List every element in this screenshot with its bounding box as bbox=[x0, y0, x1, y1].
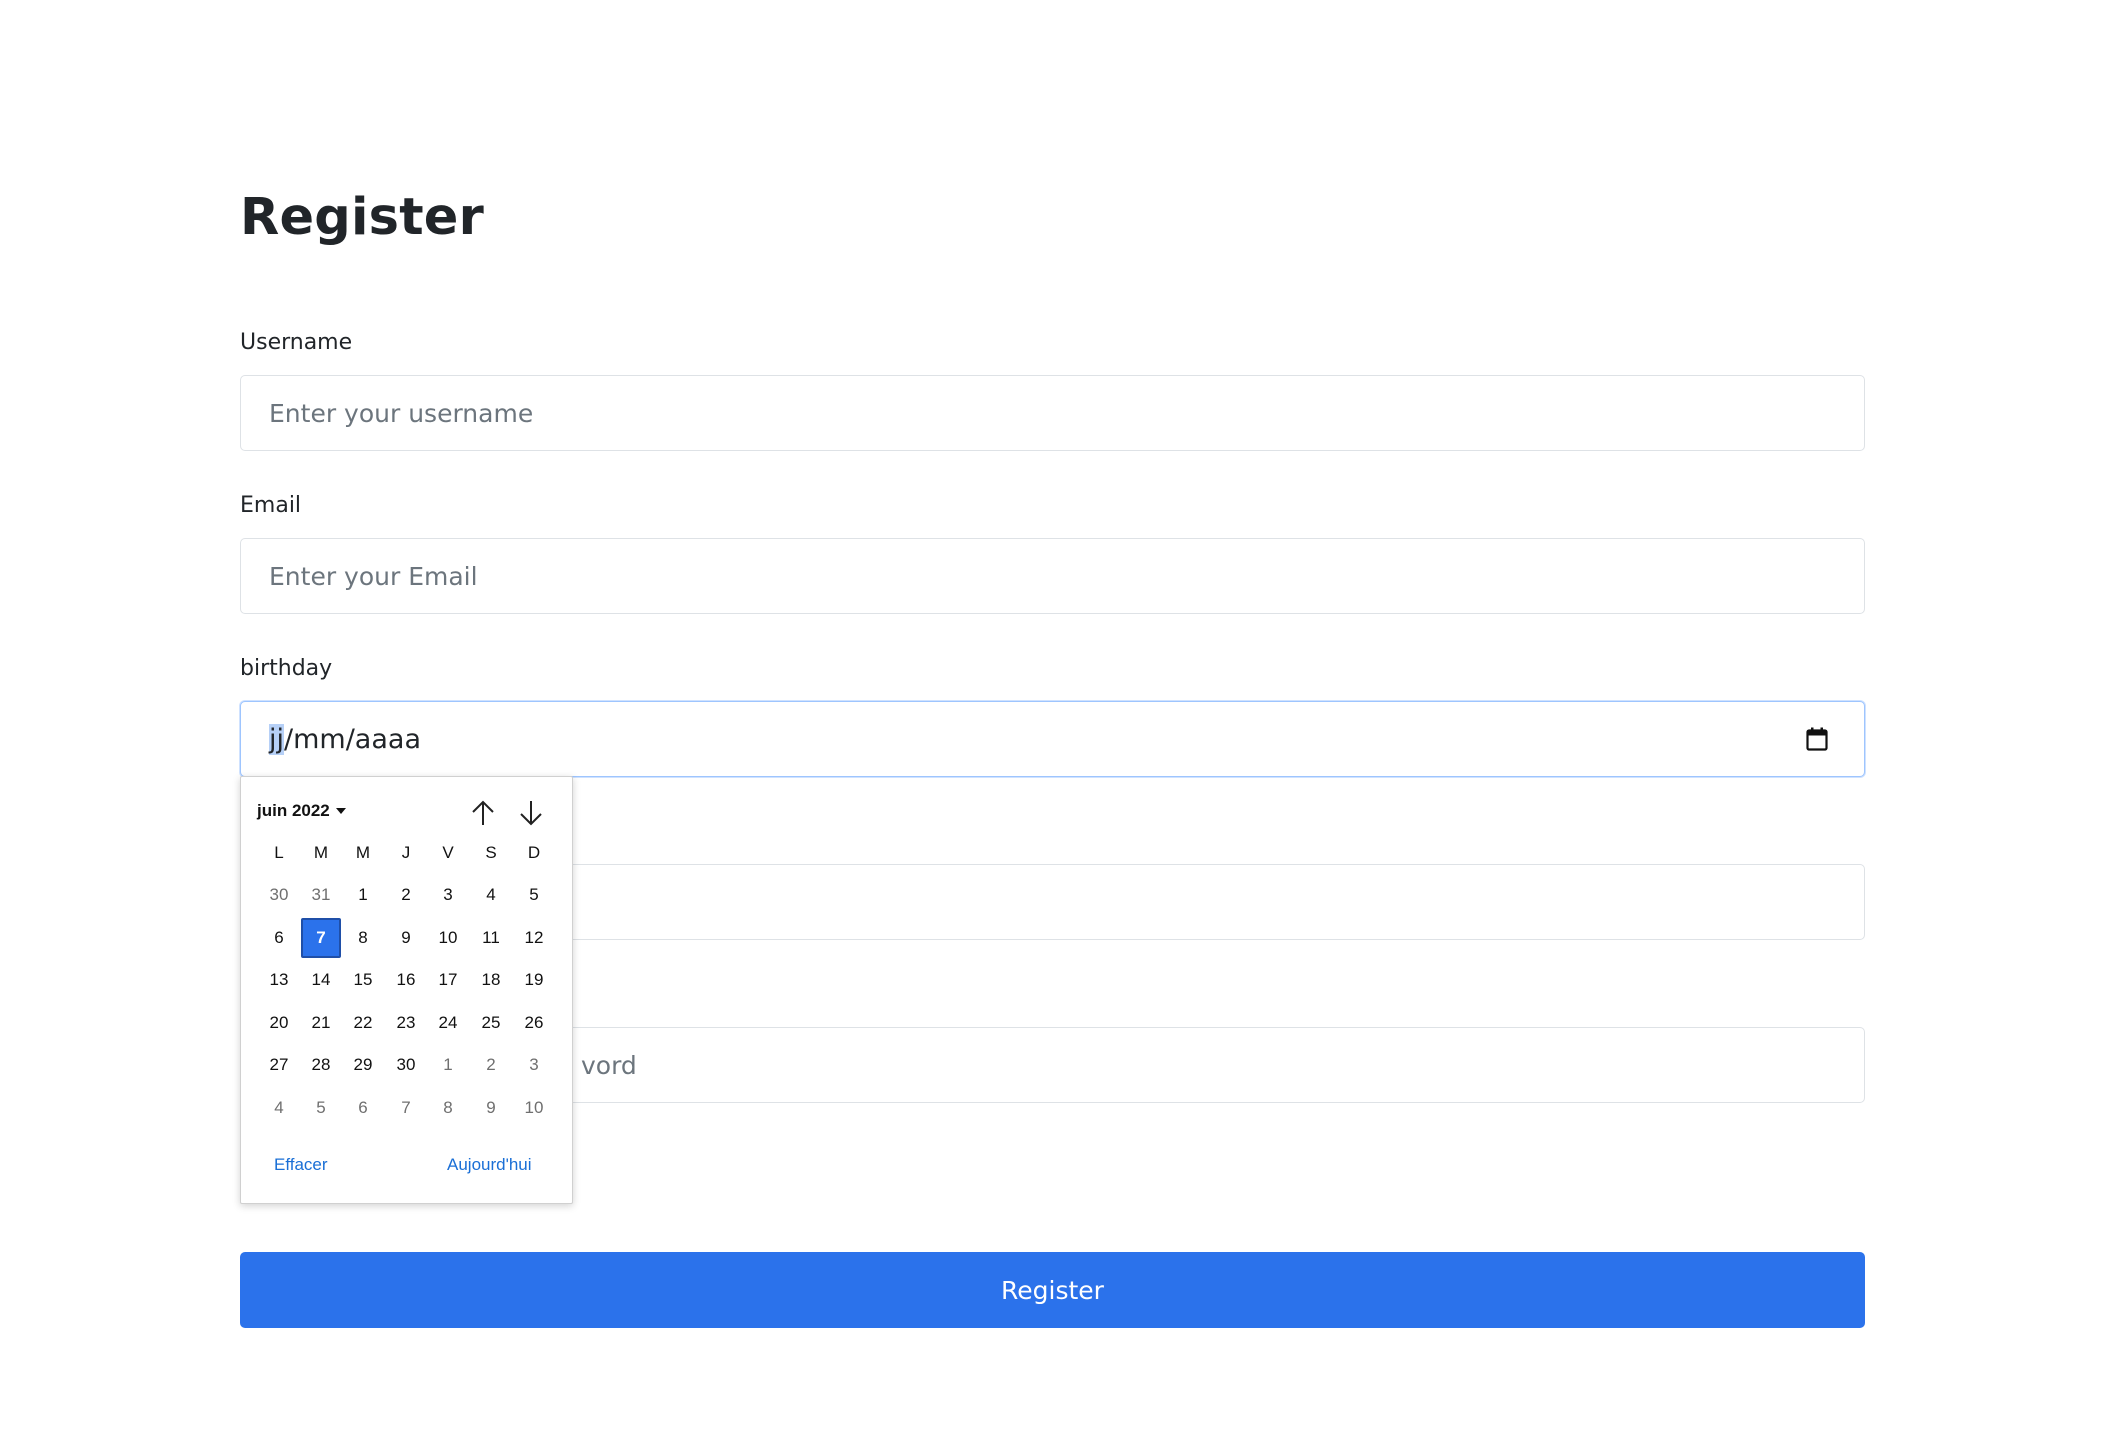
weekday-label: M bbox=[313, 843, 329, 862]
username-input[interactable]: Enter your username bbox=[240, 375, 1865, 451]
day-cell[interactable]: 3 bbox=[428, 875, 468, 915]
day-cell-selected[interactable]: 7 bbox=[301, 917, 341, 958]
caret-down-icon bbox=[335, 808, 346, 814]
month-year-selector[interactable]: juin 2022 bbox=[257, 801, 346, 821]
day-cell[interactable]: 19 bbox=[514, 960, 554, 1000]
day-cell[interactable]: 6 bbox=[343, 1088, 383, 1128]
birthday-label: birthday bbox=[240, 656, 333, 681]
day-cell[interactable]: 30 bbox=[259, 875, 299, 915]
clear-date-button[interactable]: Effacer bbox=[274, 1155, 328, 1175]
day-cell[interactable]: 27 bbox=[259, 1045, 299, 1085]
day-cell[interactable]: 26 bbox=[514, 1003, 554, 1043]
prev-month-button[interactable] bbox=[467, 797, 499, 829]
day-cell[interactable]: 28 bbox=[301, 1045, 341, 1085]
page-title: Register bbox=[240, 188, 484, 247]
day-cell[interactable]: 24 bbox=[428, 1003, 468, 1043]
day-cell[interactable]: 7 bbox=[386, 1088, 426, 1128]
day-cell[interactable]: 17 bbox=[428, 960, 468, 1000]
day-cell[interactable]: 18 bbox=[471, 960, 511, 1000]
email-input[interactable]: Enter your Email bbox=[240, 538, 1865, 614]
day-cell[interactable]: 10 bbox=[514, 1088, 554, 1128]
day-cell[interactable]: 1 bbox=[428, 1045, 468, 1085]
date-rest-segment[interactable]: /mm/aaaa bbox=[284, 724, 421, 755]
arrow-down-icon bbox=[520, 801, 542, 826]
day-cell[interactable]: 2 bbox=[471, 1045, 511, 1085]
day-cell[interactable]: 8 bbox=[428, 1088, 468, 1128]
weekday-label: J bbox=[401, 843, 411, 862]
birthday-date-input[interactable]: jj/mm/aaaa bbox=[240, 701, 1865, 777]
weekday-label: L bbox=[274, 843, 284, 862]
date-day-segment[interactable]: jj bbox=[269, 723, 285, 755]
day-cell[interactable]: 22 bbox=[343, 1003, 383, 1043]
day-cell[interactable]: 5 bbox=[301, 1088, 341, 1128]
day-cell[interactable]: 5 bbox=[514, 875, 554, 915]
weekday-label: M bbox=[355, 843, 371, 862]
month-year-label: juin 2022 bbox=[257, 801, 330, 820]
username-placeholder: Enter your username bbox=[269, 398, 534, 428]
day-cell[interactable]: 25 bbox=[471, 1003, 511, 1043]
day-cell[interactable]: 29 bbox=[343, 1045, 383, 1085]
day-cell[interactable]: 1 bbox=[343, 875, 383, 915]
weekday-label: D bbox=[527, 843, 541, 862]
day-cell[interactable]: 9 bbox=[471, 1088, 511, 1128]
date-picker-popup[interactable]: juin 2022 LMMJVSD 30 31 1 2 3 4 5 6 7 8 9 10 11 12 13 1… bbox=[240, 776, 573, 1204]
day-cell[interactable]: 9 bbox=[386, 918, 426, 958]
today-button[interactable]: Aujourd'hui bbox=[447, 1155, 532, 1175]
day-cell[interactable]: 20 bbox=[259, 1003, 299, 1043]
username-label: Username bbox=[240, 330, 353, 355]
day-cell[interactable]: 31 bbox=[301, 875, 341, 915]
day-cell[interactable]: 15 bbox=[343, 960, 383, 1000]
day-cell[interactable]: 6 bbox=[259, 918, 299, 958]
password-placeholder-partial: vord bbox=[581, 1050, 637, 1080]
register-page: Register Username Enter your username Em… bbox=[0, 0, 2122, 1432]
day-cell[interactable]: 10 bbox=[428, 918, 468, 958]
register-button[interactable]: Register bbox=[240, 1252, 1865, 1328]
arrow-up-icon bbox=[472, 800, 494, 825]
email-label: Email bbox=[240, 493, 302, 518]
day-cell[interactable]: 4 bbox=[471, 875, 511, 915]
next-month-button[interactable] bbox=[515, 797, 547, 829]
birthday-date-value[interactable]: jj/mm/aaaa bbox=[269, 723, 421, 755]
day-cell[interactable]: 13 bbox=[259, 960, 299, 1000]
weekday-label: V bbox=[442, 843, 454, 862]
day-cell[interactable]: 11 bbox=[471, 918, 511, 958]
email-placeholder: Enter your Email bbox=[269, 561, 478, 591]
day-cell[interactable]: 23 bbox=[386, 1003, 426, 1043]
day-cell[interactable]: 3 bbox=[514, 1045, 554, 1085]
day-cell[interactable]: 4 bbox=[259, 1088, 299, 1128]
day-cell[interactable]: 2 bbox=[386, 875, 426, 915]
day-cell[interactable]: 12 bbox=[514, 918, 554, 958]
day-cell[interactable]: 21 bbox=[301, 1003, 341, 1043]
calendar-icon[interactable] bbox=[1806, 727, 1828, 751]
weekday-label: S bbox=[485, 843, 497, 862]
day-cell[interactable]: 16 bbox=[386, 960, 426, 1000]
day-cell[interactable]: 8 bbox=[343, 918, 383, 958]
day-cell[interactable]: 14 bbox=[301, 960, 341, 1000]
day-cell[interactable]: 30 bbox=[386, 1045, 426, 1085]
